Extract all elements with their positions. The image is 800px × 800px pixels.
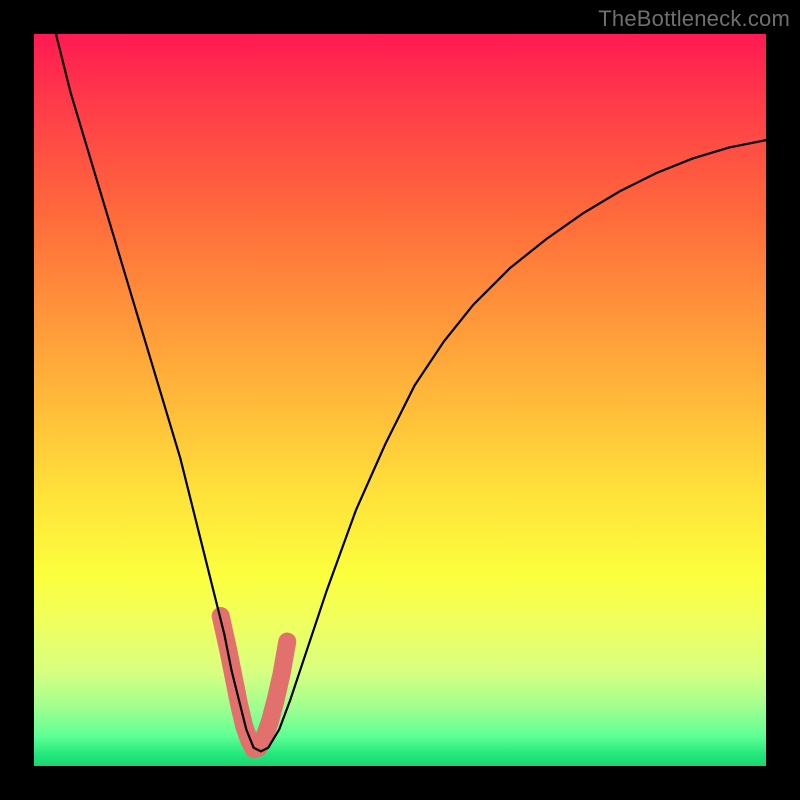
valley-highlight-path bbox=[221, 616, 288, 749]
curve-svg bbox=[34, 34, 766, 766]
watermark-text: TheBottleneck.com bbox=[598, 6, 790, 32]
plot-area bbox=[34, 34, 766, 766]
bottleneck-curve-path bbox=[56, 34, 766, 751]
chart-frame: TheBottleneck.com bbox=[0, 0, 800, 800]
